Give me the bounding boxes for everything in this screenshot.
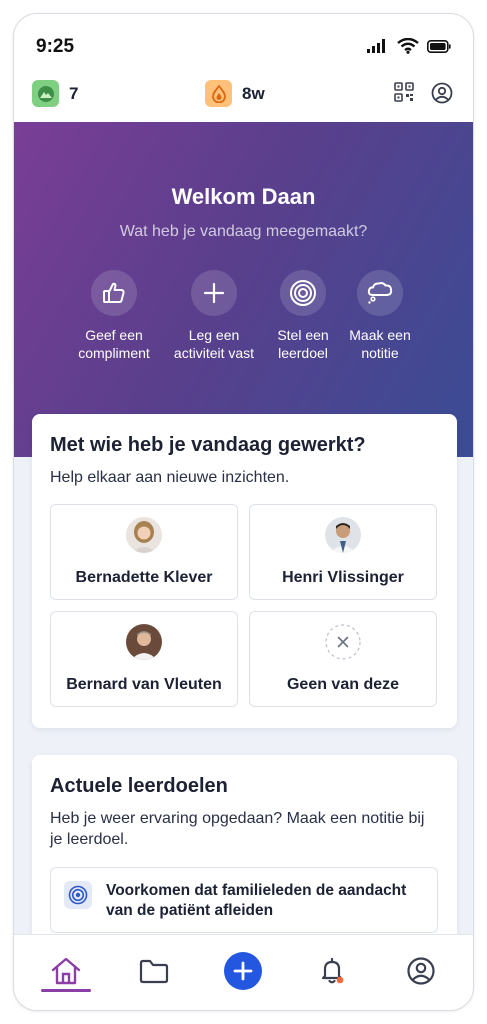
app-bar-actions <box>394 82 453 104</box>
account-icon[interactable] <box>431 82 453 104</box>
goal-item[interactable]: Voorkomen dat familieleden de aandacht v… <box>50 867 438 933</box>
colleague-option[interactable]: Henri Vlissinger <box>249 504 437 600</box>
colleague-name: Geen van deze <box>286 676 400 693</box>
action-label: Maak een notitie <box>349 327 411 361</box>
streak-badge <box>32 80 59 107</box>
colleagues-subtitle: Help elkaar aan nieuwe inzichten. <box>50 469 290 486</box>
nav-add[interactable] <box>221 949 265 993</box>
welcome-subtitle: Wat heb je vandaag meegemaakt? <box>119 223 368 240</box>
colleagues-card: Met wie heb je vandaag gewerkt? Help elk… <box>32 414 457 728</box>
action-make-note[interactable]: Maak een notitie <box>330 270 430 362</box>
status-time: 9:25 <box>36 36 75 57</box>
signal-icon <box>367 39 385 53</box>
add-button[interactable] <box>224 952 262 990</box>
bottom-navigation <box>14 934 473 1010</box>
mountain-icon <box>37 85 54 102</box>
weeks-badge <box>205 80 232 107</box>
nav-folder[interactable] <box>132 949 176 993</box>
action-log-activity[interactable]: Leg een activiteit vast <box>164 270 264 362</box>
action-icon-circle <box>91 270 137 316</box>
action-give-compliment[interactable]: Geef een compliment <box>64 270 164 362</box>
target-icon <box>68 885 88 905</box>
none-of-these-option[interactable]: Geen van deze <box>249 611 437 707</box>
add-icon <box>233 961 253 981</box>
goals-title: Actuele leerdoelen <box>50 775 228 797</box>
action-icon-circle <box>357 270 403 316</box>
colleague-option[interactable]: Bernadette Klever <box>50 504 238 600</box>
action-icon-circle <box>191 270 237 316</box>
qr-code-icon[interactable] <box>394 82 414 102</box>
colleague-name: Bernadette Klever <box>75 569 213 586</box>
home-icon <box>51 957 81 985</box>
bell-icon <box>321 957 344 984</box>
flame-icon <box>211 84 226 103</box>
status-bar: 9:25 <box>14 14 473 76</box>
welcome-hero: Welkom Daan Wat heb je vandaag meegemaak… <box>14 122 473 457</box>
goal-icon-badge <box>64 881 92 909</box>
action-label: Leg een activiteit vast <box>173 327 255 361</box>
nav-profile[interactable] <box>399 949 443 993</box>
battery-icon <box>427 39 451 53</box>
phone-frame: 9:25 7 8w Welkom Daan Wat heb je vandaag… <box>13 13 474 1011</box>
avatar <box>325 517 361 553</box>
notification-dot <box>336 976 344 984</box>
close-icon <box>325 624 361 660</box>
streak-count: 7 <box>69 83 79 103</box>
avatar <box>126 624 162 660</box>
colleague-option[interactable]: Bernard van Vleuten <box>50 611 238 707</box>
colleagues-title: Met wie heb je vandaag gewerkt? <box>50 434 366 456</box>
streak-counter[interactable]: 7 <box>32 80 78 107</box>
target-icon <box>290 280 316 306</box>
action-icon-circle <box>280 270 326 316</box>
plus-icon <box>203 282 225 304</box>
goal-text: Voorkomen dat familieleden de aandacht v… <box>106 882 407 919</box>
thumbs-up-icon <box>103 282 125 303</box>
welcome-title: Welkom Daan <box>171 184 316 209</box>
action-label: Geef een compliment <box>78 327 150 361</box>
close-circle <box>325 624 361 660</box>
colleague-name: Henri Vlissinger <box>282 569 404 586</box>
nav-home[interactable] <box>44 949 88 993</box>
weeks-count: 8w <box>242 83 265 103</box>
status-icons <box>367 38 451 54</box>
weeks-counter[interactable]: 8w <box>205 80 265 107</box>
goals-subtitle: Heb je weer ervaring opgedaan? Maak een … <box>50 810 425 848</box>
top-app-bar: 7 8w <box>14 76 473 122</box>
colleague-name: Bernard van Vleuten <box>66 676 222 693</box>
profile-icon <box>407 957 435 985</box>
nav-active-indicator <box>41 989 91 992</box>
avatar <box>126 517 162 553</box>
nav-notifications[interactable] <box>310 949 354 993</box>
wifi-icon <box>397 38 419 54</box>
thought-bubble-icon <box>367 282 393 304</box>
folder-icon <box>139 959 169 984</box>
